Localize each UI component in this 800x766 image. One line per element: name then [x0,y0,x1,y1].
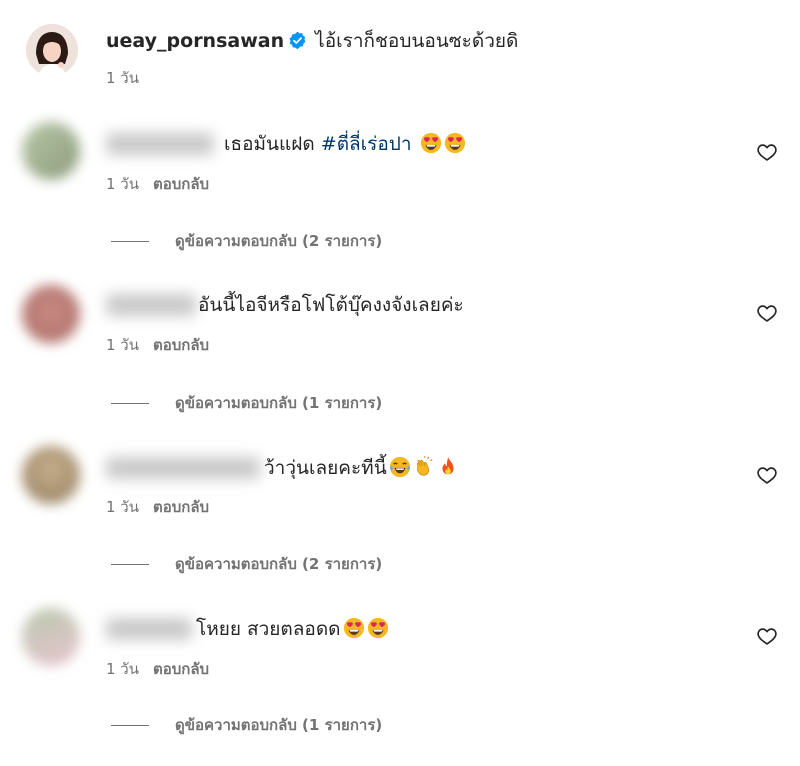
comment-meta: 1 วัน ตอบกลับ [106,174,209,194]
commenter-avatar[interactable] [22,608,80,666]
poster-avatar[interactable] [26,24,78,76]
comment-hashtag-link[interactable]: #ตี่ลี่เร่อปา [321,133,412,155]
replies-divider-line [111,403,149,404]
heart-eyes-emoji-icon [367,617,389,639]
post-caption: ueay_pornsawan ไอ้เราก็ชอบนอนซะด้วยดิ [106,28,518,54]
heart-eyes-emoji-icon [343,617,365,639]
comment-meta: 1 วัน ตอบกลับ [106,335,209,355]
fire-emoji-icon [437,456,459,478]
post-meta: 1 วัน [106,68,139,88]
like-heart-icon[interactable] [756,464,778,486]
commenter-username-blurred[interactable] [106,294,196,316]
commenter-username-blurred[interactable] [106,133,214,155]
like-heart-icon[interactable] [756,302,778,324]
reply-button[interactable]: ตอบกลับ [153,498,209,516]
comment-text: โหยย สวยตลอดด [196,616,389,642]
comment-text: ว้าวุ่นเลยคะทีนี้ [264,455,459,481]
commenter-avatar[interactable] [22,122,80,180]
replies-divider-line [111,241,149,242]
comment-meta: 1 วัน ตอบกลับ [106,497,209,517]
comment-text: อันนี้ไอจีหรือโฟโต้บุ๊คงงจังเลยค่ะ [198,294,464,316]
reply-button[interactable]: ตอบกลับ [153,175,209,193]
comment-text: เธอมันแฝด #ตี่ลี่เร่อปา [224,131,466,157]
view-replies-button[interactable]: ดูข้อความตอบกลับ (1 รายการ) [111,715,382,735]
commenter-username-blurred[interactable] [106,618,192,640]
commenter-avatar[interactable] [22,285,80,343]
verified-badge-icon [288,31,307,50]
comment-time[interactable]: 1 วัน [106,660,139,678]
tears-of-joy-emoji-icon [389,456,411,478]
post-time[interactable]: 1 วัน [106,69,139,87]
view-replies-button[interactable]: ดูข้อความตอบกลับ (2 รายการ) [111,554,382,574]
heart-eyes-emoji-icon [444,132,466,154]
comment-meta: 1 วัน ตอบกลับ [106,659,209,679]
clapping-hands-emoji-icon [413,456,435,478]
poster-username[interactable]: ueay_pornsawan [106,30,284,52]
replies-divider-line [111,564,149,565]
commenter-avatar[interactable] [22,446,80,504]
heart-eyes-emoji-icon [420,132,442,154]
view-replies-button[interactable]: ดูข้อความตอบกลับ (2 รายการ) [111,231,382,251]
comment-time[interactable]: 1 วัน [106,336,139,354]
view-replies-button[interactable]: ดูข้อความตอบกลับ (1 รายการ) [111,393,382,413]
caption-text: ไอ้เราก็ชอบนอนซะด้วยดิ [315,30,519,52]
commenter-username-blurred[interactable] [106,457,260,479]
like-heart-icon[interactable] [756,625,778,647]
reply-button[interactable]: ตอบกลับ [153,660,209,678]
reply-button[interactable]: ตอบกลับ [153,336,209,354]
comment-time[interactable]: 1 วัน [106,498,139,516]
like-heart-icon[interactable] [756,141,778,163]
replies-divider-line [111,725,149,726]
comment-time[interactable]: 1 วัน [106,175,139,193]
